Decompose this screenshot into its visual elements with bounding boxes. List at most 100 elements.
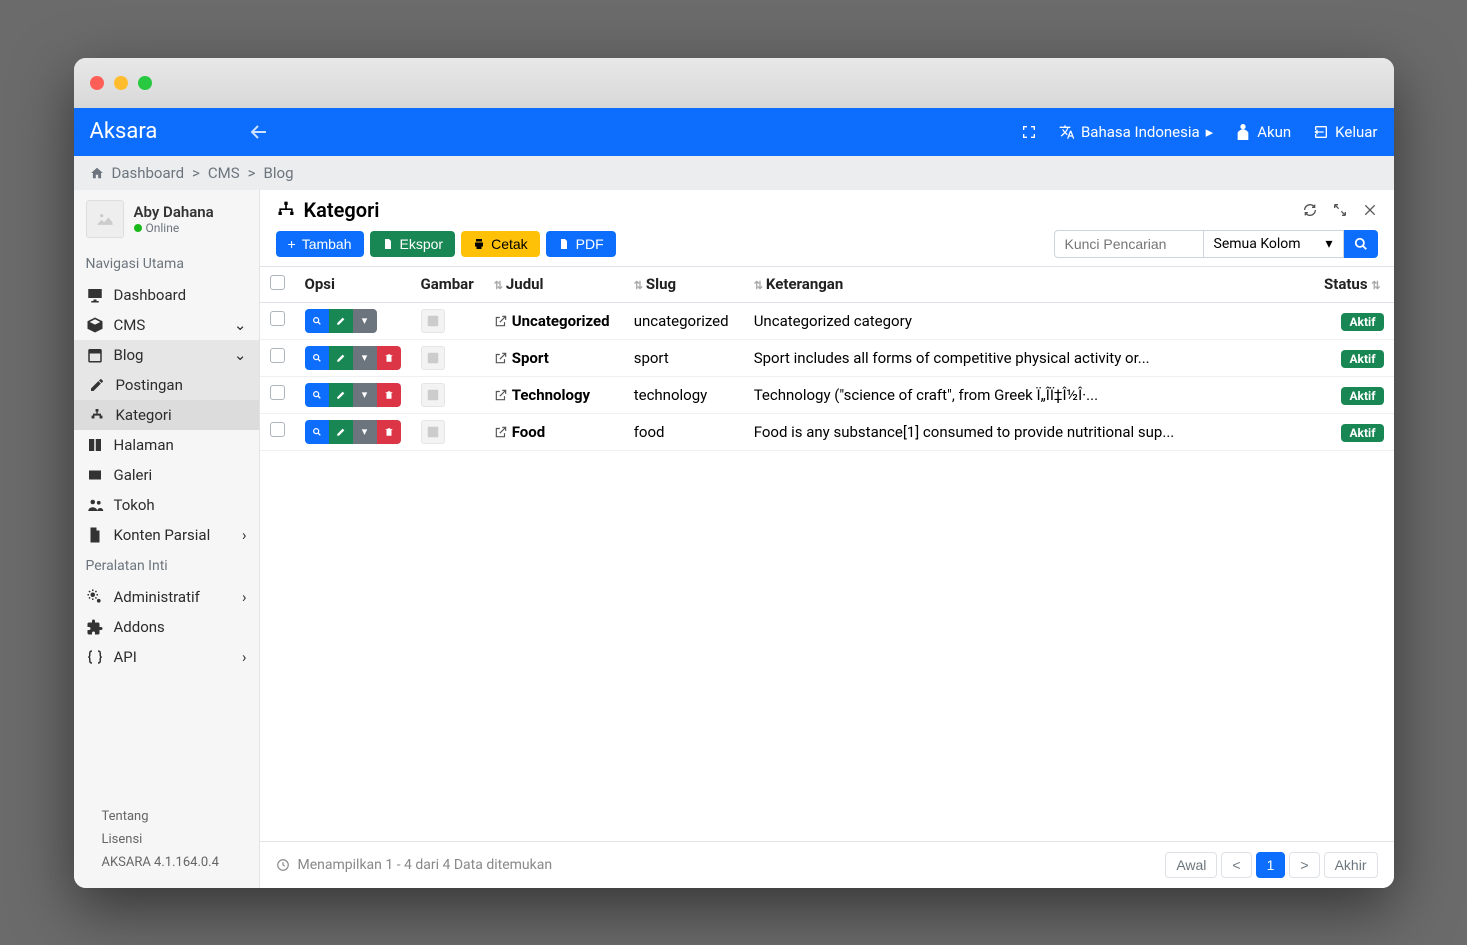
avatar — [86, 200, 124, 238]
page-next[interactable]: > — [1289, 852, 1319, 878]
judul-text[interactable]: Uncategorized — [512, 312, 610, 330]
file-icon — [558, 238, 570, 250]
tambah-button[interactable]: + Tambah — [276, 231, 364, 257]
braces-icon — [86, 648, 104, 666]
nav-konten-parsial[interactable]: Konten Parsial › — [74, 520, 259, 550]
edit-button[interactable] — [329, 346, 353, 370]
pencil-icon — [88, 376, 106, 394]
table-footer: Menampilkan 1 - 4 dari 4 Data ditemukan … — [260, 841, 1394, 888]
footer-tentang[interactable]: Tentang — [102, 805, 231, 828]
judul-text[interactable]: Sport — [512, 349, 549, 367]
row-checkbox[interactable] — [270, 348, 285, 363]
chevron-right-icon: ▸ — [1206, 123, 1214, 141]
page-1[interactable]: 1 — [1256, 852, 1286, 878]
nav-halaman[interactable]: Halaman — [74, 430, 259, 460]
nav-cms[interactable]: CMS ⌄ — [74, 310, 259, 340]
nav-section-tools: Peralatan Inti — [74, 550, 259, 582]
delete-button[interactable] — [377, 346, 401, 370]
breadcrumb-dashboard[interactable]: Dashboard — [112, 164, 185, 182]
sort-icon: ⇅ — [754, 279, 763, 292]
logout-link[interactable]: Keluar — [1313, 123, 1377, 141]
pdf-button[interactable]: PDF — [546, 231, 616, 257]
nav-dashboard[interactable]: Dashboard — [74, 280, 259, 310]
cetak-button[interactable]: Cetak — [461, 231, 540, 257]
row-checkbox[interactable] — [270, 385, 285, 400]
thumbnail — [421, 420, 445, 444]
status-badge: Aktif — [1341, 350, 1383, 368]
judul-text[interactable]: Food — [512, 423, 545, 441]
back-arrow-icon[interactable] — [247, 120, 271, 144]
delete-button[interactable] — [377, 420, 401, 444]
page-last[interactable]: Akhir — [1324, 852, 1378, 878]
delete-button[interactable] — [377, 383, 401, 407]
nav-blog[interactable]: Blog ⌄ — [74, 340, 259, 370]
row-checkbox[interactable] — [270, 422, 285, 437]
edit-button[interactable] — [329, 309, 353, 333]
view-button[interactable] — [305, 420, 329, 444]
dropdown-button[interactable]: ▾ — [353, 309, 377, 333]
box-icon — [86, 316, 104, 334]
slug-text: technology — [624, 376, 744, 413]
nav-tokoh[interactable]: Tokoh — [74, 490, 259, 520]
sort-icon: ⇅ — [494, 279, 503, 292]
nav-kategori[interactable]: Kategori — [74, 400, 259, 430]
ekspor-button[interactable]: Ekspor — [370, 231, 456, 257]
footer-lisensi[interactable]: Lisensi — [102, 828, 231, 851]
thumbnail — [421, 346, 445, 370]
page-prev[interactable]: < — [1221, 852, 1251, 878]
edit-button[interactable] — [329, 420, 353, 444]
page-first[interactable]: Awal — [1165, 852, 1217, 878]
th-keterangan[interactable]: ⇅Keterangan — [744, 266, 1314, 302]
nav-api[interactable]: API › — [74, 642, 259, 672]
search-input[interactable] — [1054, 230, 1204, 258]
puzzle-icon — [86, 618, 104, 636]
table-row: ▾SportsportSport includes all forms of c… — [260, 339, 1394, 376]
nav-galeri[interactable]: Galeri — [74, 460, 259, 490]
print-icon — [473, 238, 485, 250]
breadcrumb: Dashboard > CMS > Blog — [74, 156, 1394, 190]
view-button[interactable] — [305, 309, 329, 333]
nav-addons[interactable]: Addons — [74, 612, 259, 642]
judul-text[interactable]: Technology — [512, 386, 590, 404]
refresh-icon[interactable] — [1302, 202, 1318, 218]
language-selector[interactable]: Bahasa Indonesia ▸ — [1059, 123, 1213, 141]
status-badge: Aktif — [1341, 424, 1383, 442]
th-judul[interactable]: ⇅Judul — [484, 266, 624, 302]
external-link-icon — [494, 351, 508, 365]
fullscreen-toggle[interactable] — [1021, 124, 1037, 140]
sitemap-icon — [88, 406, 106, 424]
keterangan-text: Food is any substance[1] consumed to pro… — [744, 413, 1314, 450]
th-slug[interactable]: ⇅Slug — [624, 266, 744, 302]
search-button[interactable] — [1344, 230, 1378, 258]
dropdown-button[interactable]: ▾ — [353, 346, 377, 370]
expand-icon[interactable] — [1332, 202, 1348, 218]
minimize-window-icon[interactable] — [114, 76, 128, 90]
nav-postingan[interactable]: Postingan — [74, 370, 259, 400]
edit-button[interactable] — [329, 383, 353, 407]
account-label: Akun — [1257, 123, 1291, 141]
file-icon — [86, 526, 104, 544]
titlebar — [74, 58, 1394, 108]
checkbox-all[interactable] — [270, 275, 285, 290]
column-select[interactable]: Semua Kolom ▾ — [1204, 230, 1344, 258]
view-button[interactable] — [305, 383, 329, 407]
row-checkbox[interactable] — [270, 311, 285, 326]
main-content: Kategori + Tambah Ekspor — [260, 190, 1394, 888]
chevron-down-icon: ⌄ — [234, 346, 247, 364]
home-icon — [90, 166, 104, 180]
chevron-down-icon: ⌄ — [234, 316, 247, 334]
thumbnail — [421, 383, 445, 407]
nav-administratif[interactable]: Administratif › — [74, 582, 259, 612]
close-icon[interactable] — [1362, 202, 1378, 218]
table-row: ▾FoodfoodFood is any substance[1] consum… — [260, 413, 1394, 450]
dropdown-button[interactable]: ▾ — [353, 383, 377, 407]
close-window-icon[interactable] — [90, 76, 104, 90]
breadcrumb-cms[interactable]: CMS — [208, 164, 240, 182]
data-table: Opsi Gambar ⇅Judul ⇅Slug ⇅Keterangan Sta… — [260, 266, 1394, 451]
maximize-window-icon[interactable] — [138, 76, 152, 90]
th-status[interactable]: Status ⇅ — [1314, 266, 1394, 302]
account-link[interactable]: Akun — [1235, 123, 1291, 141]
keterangan-text: Sport includes all forms of competitive … — [744, 339, 1314, 376]
dropdown-button[interactable]: ▾ — [353, 420, 377, 444]
view-button[interactable] — [305, 346, 329, 370]
